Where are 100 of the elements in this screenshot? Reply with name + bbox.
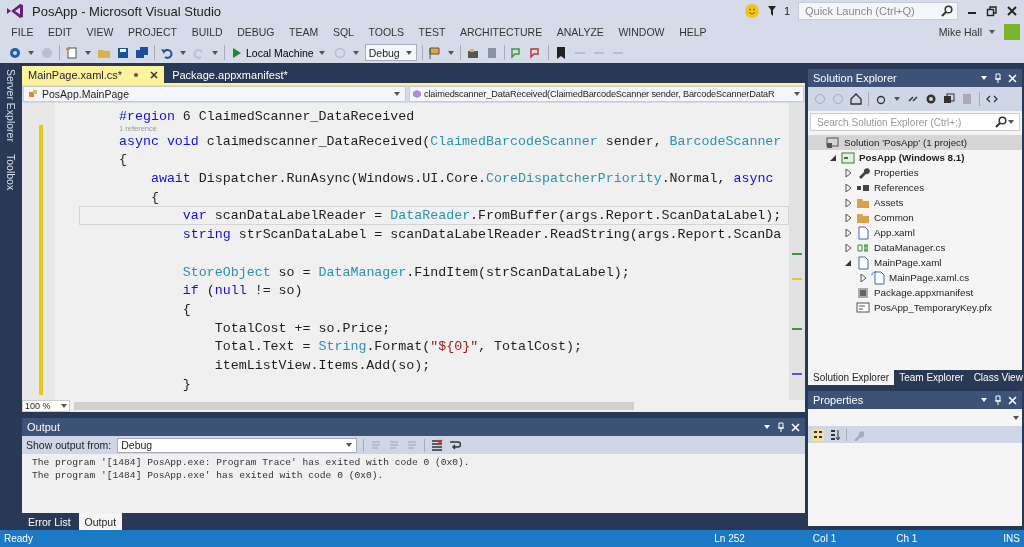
menu-item[interactable]: HELP xyxy=(671,26,714,38)
vertical-scrollbar[interactable] xyxy=(789,103,805,401)
tree-item[interactable]: PosApp (Windows 8.1) xyxy=(808,150,1022,165)
caret-icon[interactable] xyxy=(893,95,901,103)
save-icon[interactable] xyxy=(116,45,130,60)
menu-item[interactable]: ARCHITECTURE xyxy=(452,26,550,38)
tree-item[interactable]: DataManager.cs xyxy=(808,240,1022,255)
menu-item[interactable]: DEBUG xyxy=(229,26,282,38)
caret-icon[interactable] xyxy=(980,74,988,82)
caret-icon[interactable] xyxy=(179,48,187,57)
collapse-arrow-icon[interactable] xyxy=(829,153,837,162)
expand-arrow-icon[interactable] xyxy=(844,168,852,177)
smiley-icon[interactable] xyxy=(744,4,759,18)
menu-item[interactable]: WINDOW xyxy=(611,26,672,38)
collapse-all-icon[interactable] xyxy=(943,93,955,105)
horizontal-scrollbar[interactable] xyxy=(74,402,634,411)
word-wrap-icon[interactable] xyxy=(449,439,462,452)
expand-arrow-icon[interactable] xyxy=(844,198,852,207)
caret-icon[interactable] xyxy=(1007,118,1015,126)
save-all-icon[interactable] xyxy=(135,45,149,60)
panel-tab[interactable]: Output xyxy=(78,513,123,530)
panel-title: Output xyxy=(27,421,61,434)
menu-item[interactable]: ANALYZE xyxy=(549,26,612,38)
output-source-dropdown[interactable]: Debug xyxy=(117,437,358,453)
notification-count[interactable]: 1 xyxy=(783,5,790,17)
document-tab[interactable]: MainPage.xaml.cs* xyxy=(22,66,165,83)
item-label: References xyxy=(874,182,925,193)
menu-item[interactable]: PROJECT xyxy=(120,26,185,38)
page-icon xyxy=(856,225,870,240)
menu-item[interactable]: TEST xyxy=(411,26,453,38)
expand-arrow-icon[interactable] xyxy=(844,243,852,252)
pin-icon[interactable] xyxy=(994,73,1002,83)
tree-item[interactable]: Assets xyxy=(808,195,1022,210)
panel-tab[interactable]: Class View xyxy=(968,370,1024,385)
categorized-icon[interactable] xyxy=(812,428,824,441)
caret-icon[interactable] xyxy=(211,48,219,57)
alphabetical-icon[interactable] xyxy=(829,428,841,441)
tree-item[interactable]: MainPage.xaml xyxy=(808,255,1022,270)
tree-item[interactable]: Package.appxmanifest xyxy=(808,285,1022,300)
configuration-dropdown[interactable]: Debug xyxy=(364,44,417,61)
close-icon[interactable] xyxy=(150,70,159,79)
side-tab[interactable]: Server Explorer xyxy=(5,69,17,142)
expand-arrow-icon[interactable] xyxy=(844,213,852,222)
panel-tab[interactable]: Team Explorer xyxy=(894,370,969,385)
caret-icon[interactable] xyxy=(446,48,455,57)
tree-item[interactable]: References xyxy=(808,180,1022,195)
pin-icon[interactable] xyxy=(994,395,1002,405)
expand-arrow-icon[interactable] xyxy=(844,228,852,237)
search-icon[interactable] xyxy=(995,116,1007,128)
user-name[interactable]: Mike Hall xyxy=(938,26,982,38)
search-field[interactable]: Search Solution Explorer (Ctrl+;) xyxy=(810,113,1020,131)
menu-item[interactable]: TEAM xyxy=(281,26,326,38)
item-label: App.xaml xyxy=(874,227,915,238)
menu-item[interactable]: FILE xyxy=(4,26,41,38)
collapse-arrow-icon[interactable] xyxy=(844,258,852,267)
member-dropdown[interactable]: claimedscanner_DataReceived(ClaimedBarcodeScanner sender, BarcodeScannerDataR xyxy=(409,86,804,102)
menu-item[interactable]: TOOLS xyxy=(361,26,412,38)
menu-item[interactable]: SQL xyxy=(325,26,362,38)
back-icon[interactable] xyxy=(8,45,22,60)
close-icon[interactable] xyxy=(1006,5,1018,17)
restore-icon[interactable] xyxy=(986,5,998,17)
tree-item[interactable]: Common xyxy=(808,210,1022,225)
tree-item[interactable]: PosApp_TemporaryKey.pfx xyxy=(808,300,1022,315)
expand-arrow-icon[interactable] xyxy=(859,273,867,282)
caret-icon xyxy=(61,403,67,410)
pending-changes-icon[interactable] xyxy=(875,93,887,105)
caret-icon[interactable] xyxy=(980,396,988,404)
caret-icon[interactable] xyxy=(351,48,360,57)
tree-item[interactable]: Properties xyxy=(808,165,1022,180)
caret-icon[interactable] xyxy=(84,48,92,57)
flag-icon[interactable] xyxy=(766,5,776,17)
code-line: TotalCost += so.Price; xyxy=(213,319,392,338)
tree-item[interactable]: Solution 'PosApp' (1 project) xyxy=(808,135,1022,150)
caret-icon[interactable] xyxy=(988,28,996,36)
new-item-icon[interactable] xyxy=(65,45,79,60)
run-button[interactable]: Local Machine xyxy=(230,46,328,59)
document-tab[interactable]: Package.appxmanifest* xyxy=(166,66,294,83)
menu-item[interactable]: VIEW xyxy=(79,26,121,38)
quick-launch-field[interactable]: Quick Launch (Ctrl+Q) xyxy=(798,2,958,20)
panel-tab[interactable]: Solution Explorer xyxy=(808,370,895,385)
certificate-icon xyxy=(856,300,870,315)
clear-all-icon[interactable] xyxy=(431,439,444,452)
zoom-dropdown[interactable]: 100 % xyxy=(22,400,70,413)
view-code-icon[interactable] xyxy=(986,93,998,105)
type-dropdown[interactable]: PosApp.MainPage xyxy=(23,86,406,102)
expand-arrow-icon[interactable] xyxy=(844,183,852,192)
refresh-icon[interactable] xyxy=(925,93,937,105)
pin-icon[interactable] xyxy=(132,70,141,79)
caret-icon[interactable] xyxy=(27,48,35,57)
side-tab[interactable]: Toolbox xyxy=(5,153,17,191)
home-icon[interactable] xyxy=(850,93,862,105)
tree-item[interactable]: MainPage.xaml.cs xyxy=(808,270,1022,285)
panel-tab[interactable]: Error List xyxy=(22,513,77,530)
pin-icon[interactable] xyxy=(777,422,785,433)
search-icon[interactable] xyxy=(941,5,953,17)
menu-item[interactable]: BUILD xyxy=(184,26,230,38)
method-icon xyxy=(412,89,422,99)
menu-item[interactable]: EDIT xyxy=(40,26,80,38)
tree-item[interactable]: App.xaml xyxy=(808,225,1022,240)
code-line: { xyxy=(149,188,160,207)
